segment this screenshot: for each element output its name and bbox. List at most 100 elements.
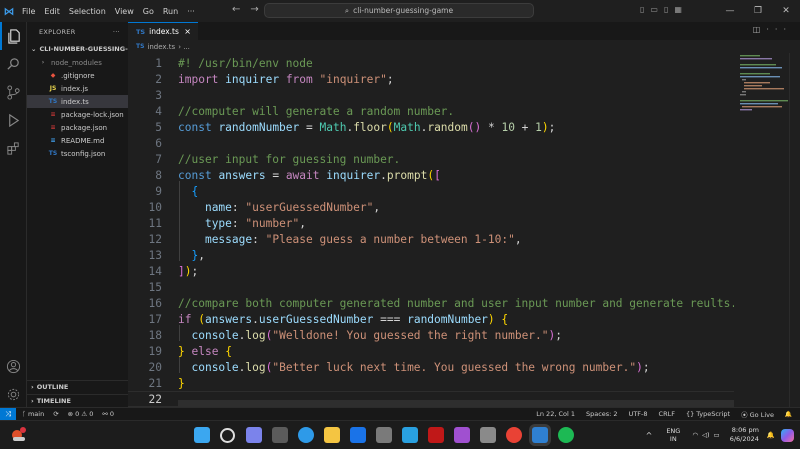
run-debug-activity[interactable] (0, 106, 27, 134)
problems-count[interactable]: ⊗ 0 ⚠ 0 (68, 410, 94, 418)
menu-file[interactable]: File (22, 7, 35, 16)
code-token: Math (319, 120, 347, 134)
search-icon: ⌕ (344, 5, 350, 15)
notification-icon[interactable]: 🔔 (767, 431, 775, 439)
language-mode[interactable]: {} TypeScript (686, 410, 730, 418)
weather-widget-icon[interactable] (10, 426, 28, 444)
battery-icon[interactable]: ▭ (714, 431, 720, 439)
wifi-icon[interactable]: ◠ (692, 431, 698, 439)
breadcrumb: TS index.ts › ... (128, 40, 736, 53)
mcafee-icon[interactable] (428, 427, 444, 443)
menu-go[interactable]: Go (143, 7, 154, 16)
indentation[interactable]: Spaces: 2 (586, 410, 618, 418)
file-explorer-icon[interactable] (324, 427, 340, 443)
restore-icon[interactable]: ❐ (744, 6, 772, 16)
widgets-icon[interactable] (272, 427, 288, 443)
accounts-activity[interactable] (0, 352, 27, 380)
back-arrow-icon[interactable]: ← (232, 4, 250, 15)
search-icon[interactable] (220, 428, 235, 443)
code-line: 2 import inquirer from "inquirer"; (128, 71, 734, 87)
tab-index-ts[interactable]: TS index.ts × (128, 22, 198, 40)
end-of-line[interactable]: CRLF (659, 410, 675, 418)
more-actions-icon[interactable]: ··· (766, 25, 792, 34)
search-activity[interactable] (0, 50, 27, 78)
file-item[interactable]: › node_modules (27, 56, 128, 69)
workspace-folder[interactable]: ⌄ CLI-NUMBER-GUESSING-G... (27, 42, 128, 56)
close-tab-icon[interactable]: × (184, 27, 191, 36)
vertical-scrollbar[interactable] (789, 53, 800, 407)
meet-icon[interactable] (350, 427, 366, 443)
notifications-bell-icon[interactable]: 🔔 (785, 411, 792, 418)
file-item[interactable]: ≡ package-lock.json (27, 108, 128, 121)
show-hidden-icons[interactable]: ^ (646, 431, 653, 440)
line-number: 2 (155, 72, 162, 86)
close-window-icon[interactable]: ✕ (772, 6, 800, 16)
menu-more[interactable]: ··· (187, 7, 195, 16)
search-text: cli-number-guessing-game (353, 6, 454, 15)
minimap[interactable] (734, 53, 789, 407)
code-token: . (380, 168, 387, 182)
file-item[interactable]: TS index.ts (27, 95, 128, 108)
file-item[interactable]: ≡ package.json (27, 121, 128, 134)
input-language[interactable]: ENG IN (666, 427, 680, 443)
vscode-icon[interactable] (532, 427, 548, 443)
breadcrumb-rest[interactable]: › ... (178, 43, 190, 51)
code-text: ]); (178, 265, 198, 278)
extensions-activity[interactable] (0, 134, 27, 162)
cursor-position[interactable]: Ln 22, Col 1 (536, 410, 575, 418)
split-editor-icon[interactable]: ◫ (753, 25, 767, 34)
breadcrumb-file[interactable]: index.ts (147, 43, 175, 51)
line-number: 11 (148, 216, 162, 230)
code-line: 5 const randomNumber = Math.floor(Math.ra… (128, 119, 734, 135)
toggle-panel-icon[interactable]: ▭ (650, 5, 664, 14)
remote-indicator-icon[interactable]: ⤨ (0, 407, 16, 421)
menu-selection[interactable]: Selection (69, 7, 106, 16)
file-item[interactable]: TS tsconfig.json (27, 147, 128, 160)
settings-icon[interactable] (480, 427, 496, 443)
code-text: #! /usr/bin/env node (178, 57, 313, 70)
explorer-activity[interactable] (0, 22, 27, 50)
volume-icon[interactable]: ◁) (702, 431, 710, 439)
spotify-icon[interactable] (558, 427, 574, 443)
horizontal-scrollbar[interactable] (178, 400, 734, 407)
go-live-button[interactable]: ⦿ Go Live (741, 409, 774, 419)
code-editor[interactable]: 1 #! /usr/bin/env node 2 import inquirer fr… (128, 53, 737, 407)
file-item[interactable]: JS index.js (27, 82, 128, 95)
app-blue-icon[interactable] (402, 427, 418, 443)
line-number: 20 (148, 360, 162, 374)
explorer-more-button[interactable]: ··· (113, 28, 120, 36)
encoding[interactable]: UTF-8 (629, 410, 648, 418)
store-icon[interactable] (376, 427, 392, 443)
code-token: "Welldone! You guessed the right number.… (272, 328, 549, 342)
code-token: : (231, 216, 246, 230)
chrome-icon[interactable] (506, 427, 522, 443)
file-item[interactable]: ≡ README.md (27, 134, 128, 147)
app-purple-icon[interactable] (454, 427, 470, 443)
outline-section[interactable]: › OUTLINE (27, 380, 128, 393)
manage-activity[interactable] (0, 380, 27, 408)
toggle-sidebar-icon[interactable]: ▯ (640, 5, 650, 14)
file-item[interactable]: ◆ .gitignore (27, 69, 128, 82)
git-branch[interactable]: ᚴ main (22, 410, 44, 418)
status-right: Ln 22, Col 1 Spaces: 2 UTF-8 CRLF {} Typ… (536, 409, 774, 419)
minimize-icon[interactable]: — (716, 6, 744, 16)
menu-edit[interactable]: Edit (44, 7, 60, 16)
toggle-secondary-sidebar-icon[interactable]: ▯ (664, 5, 674, 14)
line-number: 21 (148, 376, 162, 390)
code-line: 14]); (128, 263, 734, 279)
menu-run[interactable]: Run (163, 7, 178, 16)
chat-icon[interactable] (246, 427, 262, 443)
timeline-section[interactable]: › TIMELINE (27, 394, 128, 407)
copilot-icon[interactable] (781, 428, 794, 442)
clock[interactable]: 8:06 pm 6/6/2024 (730, 426, 759, 444)
source-control-activity[interactable] (0, 78, 27, 106)
menu-view[interactable]: View (115, 7, 134, 16)
customize-layout-icon[interactable]: ▦ (674, 5, 688, 14)
edge-icon[interactable] (298, 427, 314, 443)
ports-count[interactable]: ⚯ 0 (102, 410, 114, 418)
command-center-search[interactable]: ⌕ cli-number-guessing-game (264, 3, 534, 18)
code-line: 10 name: "userGuessedNumber", (128, 199, 734, 215)
windows-start-icon[interactable] (194, 427, 210, 443)
sync-icon[interactable]: ⟳ (53, 410, 58, 418)
